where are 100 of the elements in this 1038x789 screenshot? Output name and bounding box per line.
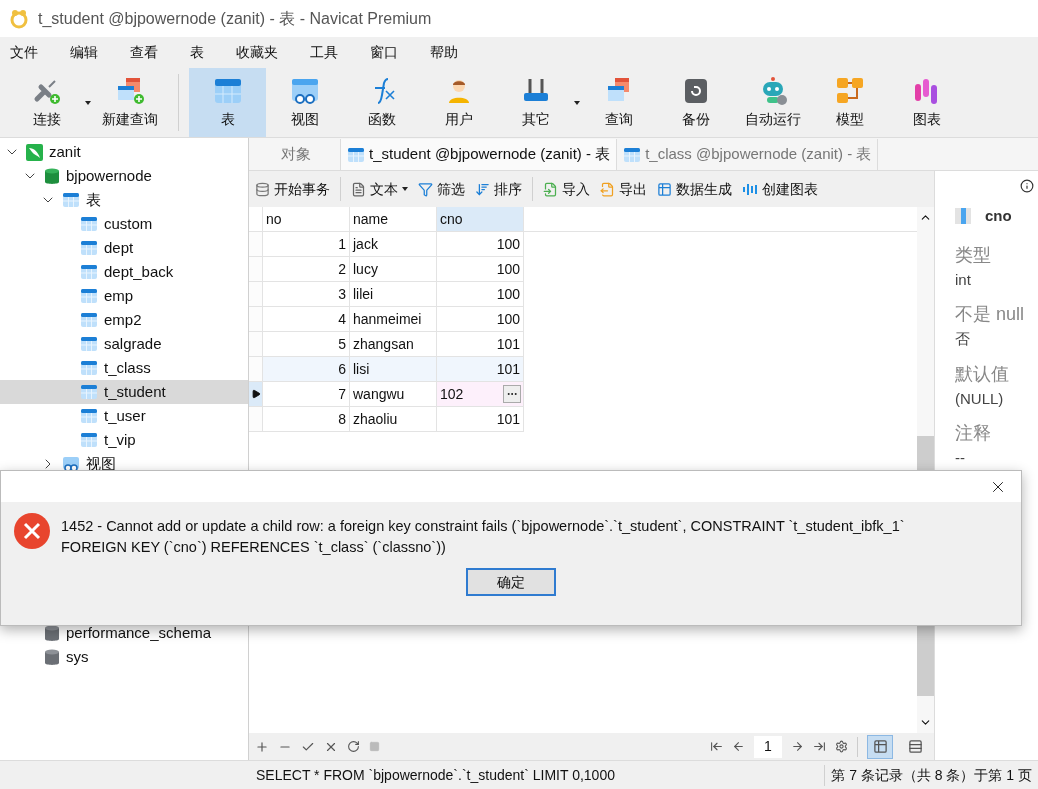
toolbar-button[interactable]: 筛选 [418,178,465,200]
column-header[interactable]: cno [437,207,524,231]
tree-item[interactable]: zanit [0,140,248,164]
table-cell: 101 [437,407,524,432]
menu-item[interactable]: 文件 [10,42,38,63]
toolbar-button[interactable]: 模型 [811,68,888,137]
column-header[interactable]: name [350,207,437,231]
column-header[interactable]: no [263,207,350,231]
toolbar-button[interactable]: 排序 [475,178,522,200]
info-icon[interactable] [1020,179,1034,193]
data-grid-icon [657,181,672,197]
error-icon [13,512,51,550]
document-icon [351,181,366,197]
tree-item[interactable]: performance_schema [0,621,248,645]
tree-item[interactable]: t_student [0,380,248,404]
toolbar-button[interactable]: 连接 [8,68,85,137]
menu-item[interactable]: 收藏夹 [236,42,278,63]
window-title: t_student @bjpowernode (zanit) - 表 - Navicat Premium [38,8,432,29]
menu-item[interactable]: 表 [190,42,204,63]
table-cell: 101 [437,357,524,382]
last-page-icon[interactable] [813,740,826,753]
row-header[interactable] [249,382,263,407]
tree-item[interactable]: t_vip [0,428,248,452]
menu-item[interactable]: 窗口 [370,42,398,63]
connection-icon [26,143,43,161]
table-cell: 101 [437,332,524,357]
add-icon[interactable] [255,739,269,754]
toolbar-button[interactable]: 用户 [420,68,497,137]
table-icon [62,191,80,209]
next-page-icon[interactable] [791,740,804,753]
settings-icon[interactable] [835,740,848,753]
property-value: 否 [955,329,971,349]
toolbar-button[interactable]: 图表 [888,68,965,137]
property-label: 不是 null [955,303,1026,326]
tree-item[interactable]: sys [0,645,248,669]
table-cell: 6 [263,357,350,382]
current-row-icon [250,389,261,399]
property-label: 类型 [955,243,992,267]
tree-item[interactable]: dept [0,236,248,260]
ok-button[interactable]: 确定 [466,568,556,596]
tree-item[interactable]: bjpowernode [0,164,248,188]
table-icon [80,431,98,449]
menu-item[interactable]: 编辑 [70,42,98,63]
tab[interactable]: t_class @bjpowernode (zanit) - 表 [617,139,879,170]
tab[interactable]: t_student @bjpowernode (zanit) - 表 [341,139,618,170]
grid-view-button[interactable] [867,734,893,759]
export-icon [600,181,615,197]
toolbar-button[interactable]: 导入 [543,178,590,200]
toolbar-button[interactable]: 其它 [497,68,574,137]
cell-editor[interactable]: 102 [437,382,524,407]
database-icon [44,648,60,666]
refresh-icon[interactable] [347,740,360,753]
app-logo-icon [8,7,30,30]
toolbar-button[interactable]: 表 [189,68,266,137]
menu-item[interactable]: 工具 [310,42,338,63]
first-page-icon[interactable] [710,740,723,753]
tree-item[interactable]: custom [0,212,248,236]
table-cell: 100 [437,232,524,257]
column-icon [955,208,971,225]
dropdown-caret-icon[interactable] [574,100,580,105]
tree-item[interactable]: 表 [0,188,248,212]
table-cell: 100 [437,282,524,307]
toolbar-button[interactable]: 视图 [266,68,343,137]
toolbar-button[interactable]: 文本 [351,178,408,200]
table-cell: lilei [350,282,437,307]
table-cell: 2 [263,257,350,282]
toolbar-button[interactable]: 数据生成 [657,178,732,200]
tree-item[interactable]: t_user [0,404,248,428]
page-field[interactable]: 1 [754,735,782,758]
toolbar-button[interactable]: 备份 [657,68,734,137]
tree-item[interactable]: emp2 [0,308,248,332]
table-icon [80,239,98,257]
tree-item[interactable]: t_class [0,356,248,380]
toolbar-button[interactable]: 创建图表 [742,178,818,200]
table-cell: hanmeimei [350,307,437,332]
property-label: 默认值 [955,362,1010,386]
property-label: 注释 [955,422,992,445]
menu-item[interactable]: 帮助 [430,42,458,63]
tree-item[interactable]: emp [0,284,248,308]
table-icon [80,287,98,305]
previous-page-icon[interactable] [732,740,745,753]
table-cell: 8 [263,407,350,432]
table-icon [80,383,98,401]
toolbar-button[interactable]: 自动运行 [734,68,811,137]
toolbar-button[interactable]: 导出 [600,178,647,200]
toolbar-button[interactable]: 新建查询 [91,68,168,137]
tree-item[interactable]: salgrade [0,332,248,356]
tree-item[interactable]: dept_back [0,260,248,284]
toolbar-button[interactable]: 查询 [580,68,657,137]
menu-item[interactable]: 查看 [130,42,158,63]
sort-icon [475,181,490,197]
toolbar-button[interactable]: 开始事务 [255,178,330,200]
toolbar-button[interactable]: 函数 [343,68,420,137]
table-cell: zhangsan [350,332,437,357]
property-value: (NULL) [955,388,1005,409]
dropdown-caret-icon[interactable] [85,100,91,105]
ellipsis-button[interactable] [503,385,521,403]
property-value: int [955,269,972,290]
record-info: 第 7 条记录（共 8 条）于第 1 页 [824,764,1038,786]
table-icon [80,215,98,233]
